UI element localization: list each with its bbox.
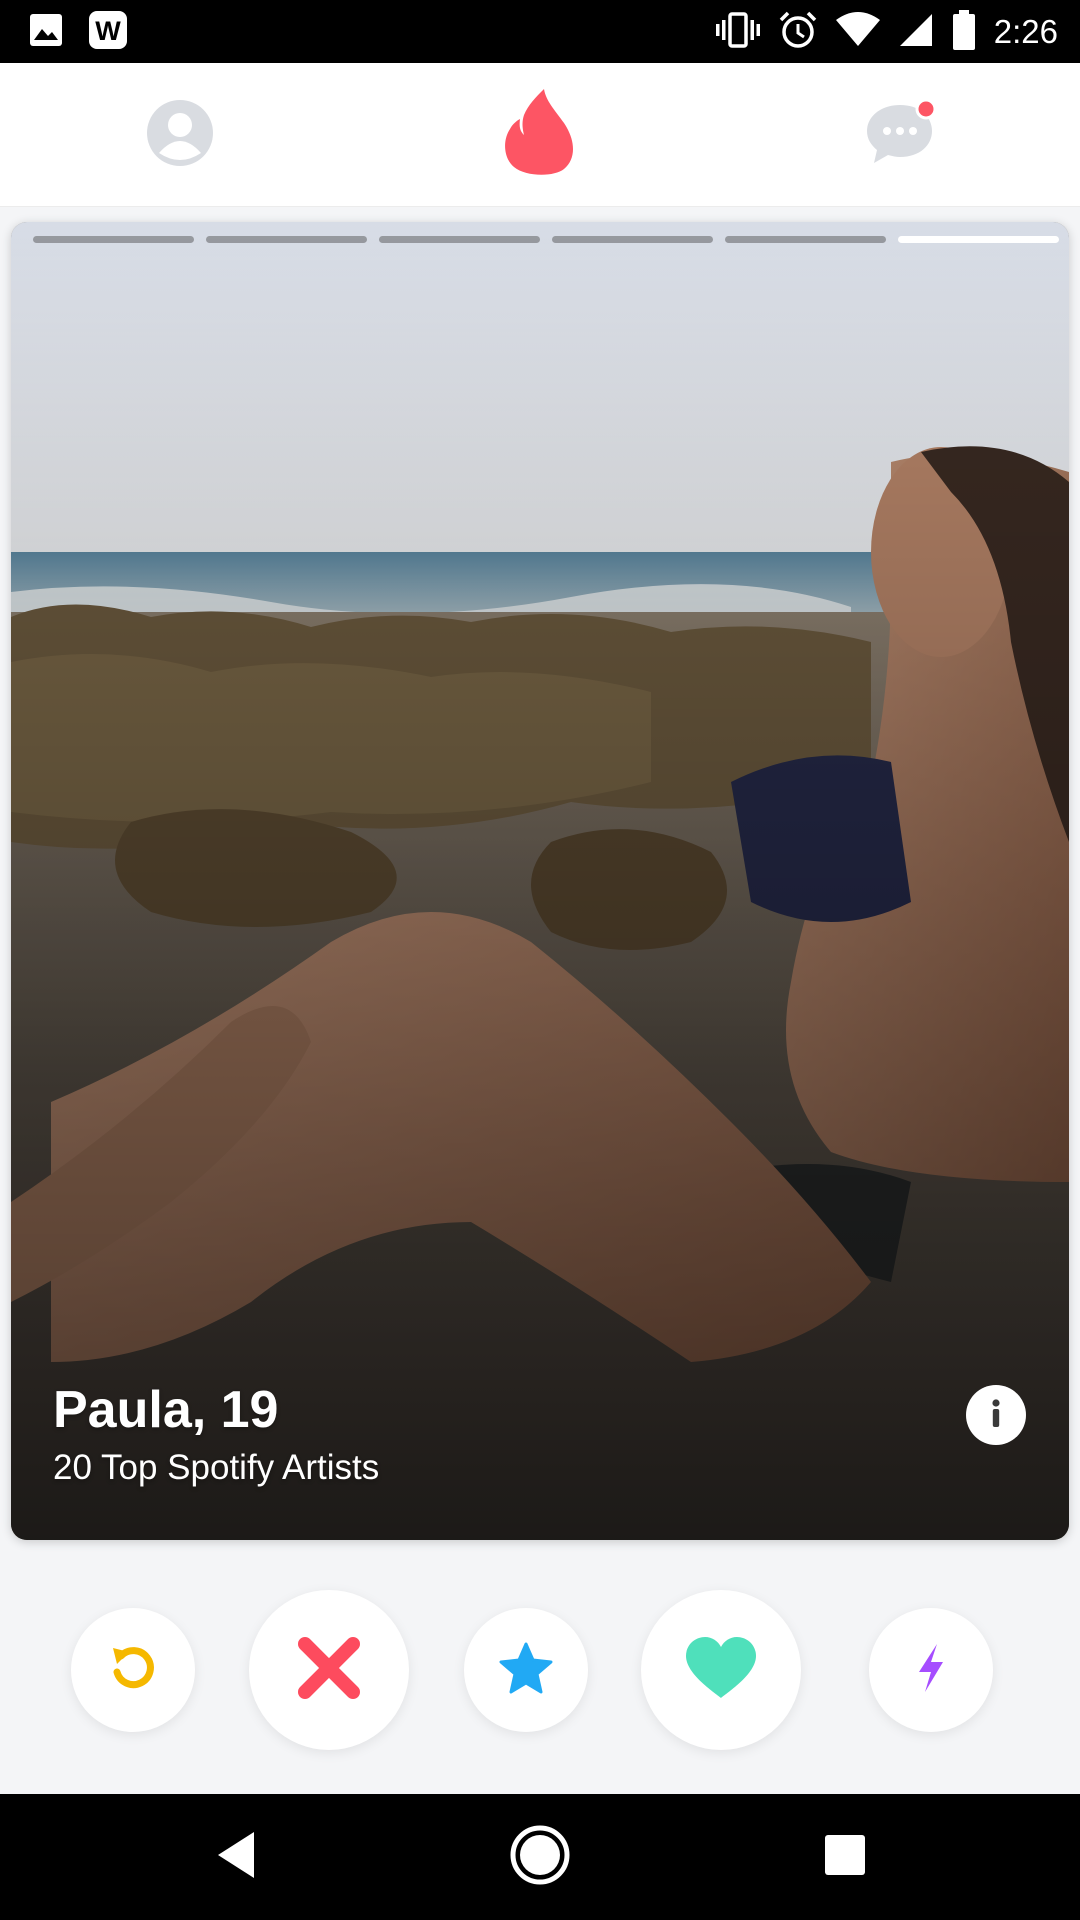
back-icon	[214, 1830, 258, 1885]
like-button[interactable]	[641, 1590, 801, 1750]
messages-button[interactable]	[850, 85, 950, 185]
notification-dot	[915, 98, 937, 119]
nope-button[interactable]	[249, 1590, 409, 1750]
profile-info-button[interactable]	[966, 1385, 1026, 1445]
top-navigation	[0, 63, 1080, 207]
home-button[interactable]	[505, 1822, 575, 1892]
photo-indicator[interactable]	[552, 236, 713, 243]
w-app-icon: W	[88, 10, 128, 55]
signal-icon	[898, 12, 934, 53]
messages-icon	[860, 93, 940, 178]
status-bar: W 2:26	[0, 0, 1080, 63]
profile-card[interactable]: Paula, 19 20 Top Spotify Artists	[11, 222, 1069, 1540]
photo-indicator[interactable]	[379, 236, 540, 243]
rewind-button[interactable]	[71, 1608, 195, 1732]
photo-indicator[interactable]	[33, 236, 194, 243]
info-icon	[978, 1395, 1014, 1436]
close-icon	[295, 1634, 363, 1707]
back-button[interactable]	[201, 1822, 271, 1892]
discover-button[interactable]	[490, 85, 590, 185]
battery-icon	[952, 9, 976, 56]
photo-indicator[interactable]	[206, 236, 367, 243]
action-bar	[0, 1590, 1080, 1750]
star-icon	[499, 1642, 553, 1699]
rewind-icon	[107, 1642, 159, 1699]
super-like-button[interactable]	[464, 1608, 588, 1732]
profile-photo	[11, 222, 1069, 1540]
clock-time: 2:26	[993, 13, 1058, 50]
heart-icon	[684, 1636, 758, 1705]
profile-name-age: Paula, 19	[53, 1381, 279, 1439]
vibrate-icon	[715, 10, 760, 55]
photo-indicator-active[interactable]	[898, 236, 1059, 243]
gallery-icon	[28, 12, 64, 53]
tinder-flame-icon	[502, 88, 578, 182]
boost-button[interactable]	[869, 1608, 993, 1732]
svg-text:W: W	[95, 16, 121, 46]
profile-button[interactable]	[130, 85, 230, 185]
lightning-icon	[913, 1642, 949, 1699]
alarm-icon	[778, 10, 818, 55]
recents-icon	[824, 1834, 866, 1881]
recents-button[interactable]	[810, 1822, 880, 1892]
photo-indicator[interactable]	[725, 236, 886, 243]
photo-progress	[33, 236, 1059, 243]
system-navigation-bar	[0, 1794, 1080, 1920]
profile-subtitle: 20 Top Spotify Artists	[53, 1448, 380, 1487]
home-icon	[509, 1824, 571, 1891]
wifi-icon	[835, 11, 880, 53]
profile-icon	[146, 99, 214, 172]
